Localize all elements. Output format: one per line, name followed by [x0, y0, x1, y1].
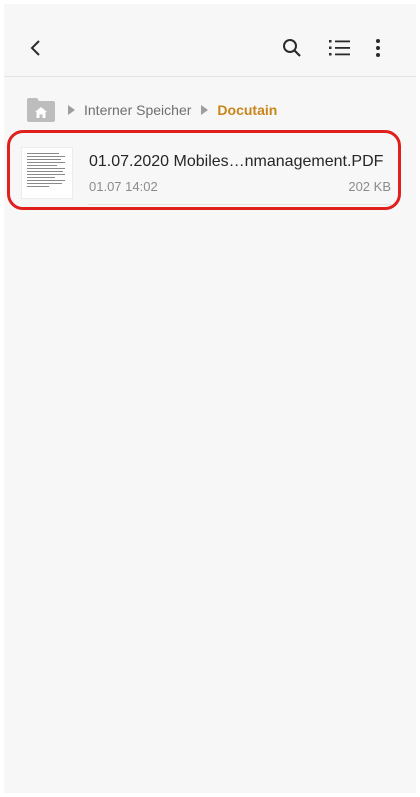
topbar-divider [4, 76, 416, 77]
chevron-left-icon [30, 40, 40, 56]
file-browser-screen: Interner Speicher Docutain 01.07.2020 Mo… [4, 4, 416, 793]
breadcrumb-arrow-icon [201, 105, 209, 115]
file-name: 01.07.2020 Mobiles…nmanagement.PDF [89, 153, 384, 170]
breadcrumb-item-current[interactable]: Docutain [217, 102, 277, 118]
file-list-item[interactable]: 01.07.2020 Mobiles…nmanagement.PDF 01.07… [12, 134, 408, 214]
breadcrumb-home[interactable] [26, 97, 56, 123]
file-date: 01.07 14:02 [89, 179, 158, 194]
file-size: 202 KB [348, 179, 391, 194]
breadcrumb: Interner Speicher Docutain [26, 92, 277, 128]
list-view-icon [329, 40, 350, 56]
search-icon [283, 39, 301, 57]
breadcrumb-item-internal-storage[interactable]: Interner Speicher [84, 102, 191, 118]
top-app-bar [4, 4, 416, 77]
item-divider [88, 204, 392, 205]
search-button[interactable] [276, 32, 308, 64]
breadcrumb-arrow-icon [68, 105, 75, 115]
more-options-button[interactable] [362, 32, 394, 64]
back-button[interactable] [20, 32, 52, 64]
more-vertical-icon [376, 39, 380, 57]
home-folder-icon [27, 98, 55, 122]
list-view-button[interactable] [324, 32, 356, 64]
pdf-thumbnail [22, 148, 72, 198]
